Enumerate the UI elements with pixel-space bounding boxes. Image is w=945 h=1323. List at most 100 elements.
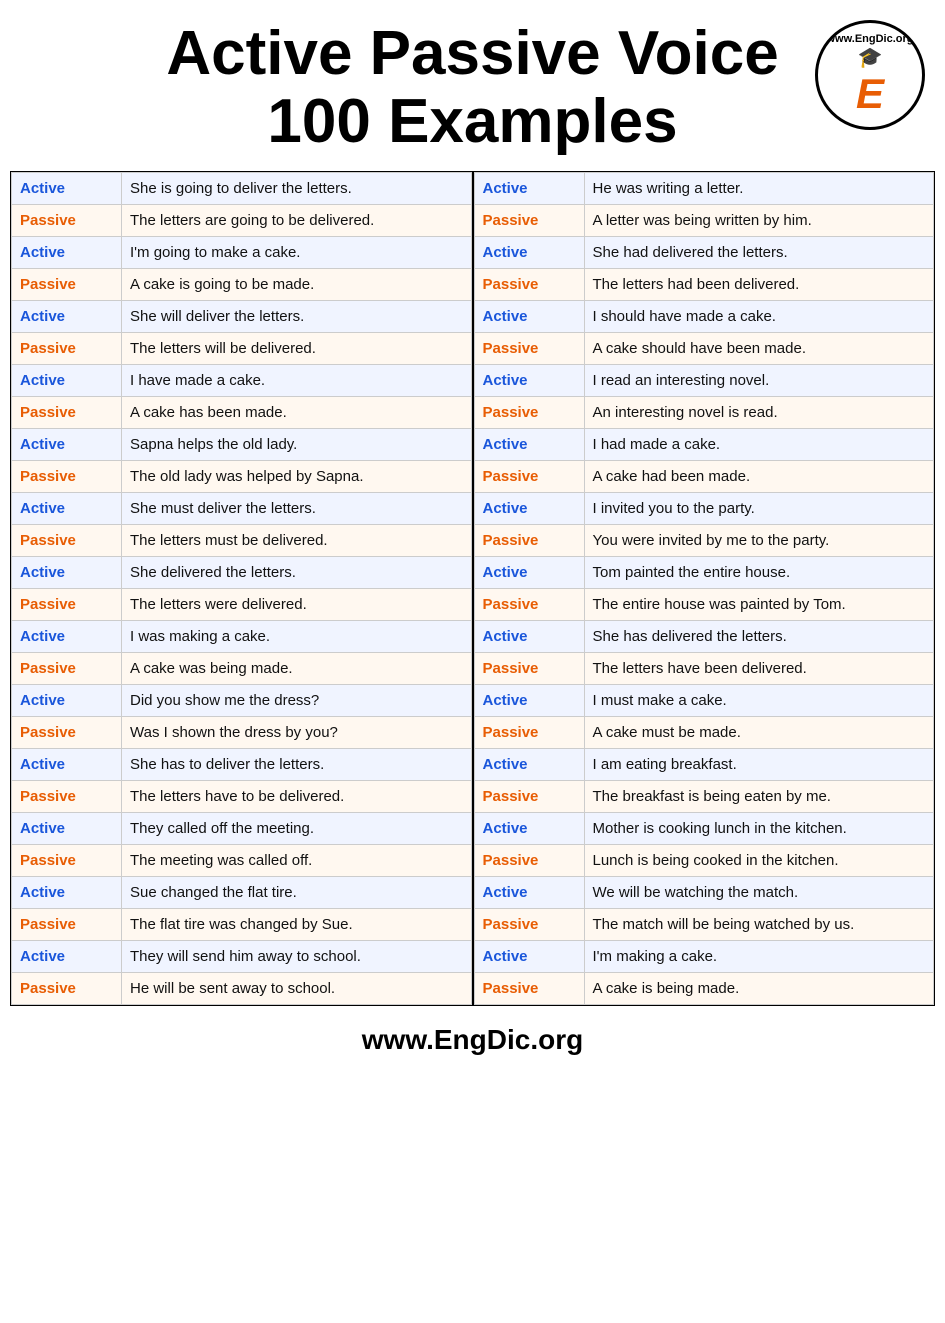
row-label: Passive xyxy=(474,653,584,685)
engdic-logo: www.EngDic.org 🎓 E xyxy=(815,20,925,130)
row-label: Active xyxy=(12,877,122,909)
row-label: Active xyxy=(474,877,584,909)
row-sentence: They will send him away to school. xyxy=(122,941,472,973)
row-label: Passive xyxy=(12,333,122,365)
row-label: Passive xyxy=(474,973,584,1005)
row-sentence: A letter was being written by him. xyxy=(584,205,934,237)
row-label: Passive xyxy=(12,269,122,301)
row-sentence: I am eating breakfast. xyxy=(584,749,934,781)
row-sentence: A cake had been made. xyxy=(584,461,934,493)
row-sentence: Did you show me the dress? xyxy=(122,685,472,717)
row-label: Passive xyxy=(474,205,584,237)
row-sentence: The letters will be delivered. xyxy=(122,333,472,365)
row-label: Active xyxy=(12,301,122,333)
row-sentence: A cake is being made. xyxy=(584,973,934,1005)
row-sentence: The breakfast is being eaten by me. xyxy=(584,781,934,813)
row-sentence: The letters were delivered. xyxy=(122,589,472,621)
left-column: Active She is going to deliver the lette… xyxy=(11,172,474,1005)
row-sentence: The match will be being watched by us. xyxy=(584,909,934,941)
page-footer: www.EngDic.org xyxy=(10,1006,935,1064)
row-sentence: I'm making a cake. xyxy=(584,941,934,973)
row-label: Passive xyxy=(474,461,584,493)
row-label: Active xyxy=(474,685,584,717)
row-label: Passive xyxy=(12,717,122,749)
row-label: Active xyxy=(474,557,584,589)
row-label: Passive xyxy=(12,781,122,813)
row-label: Active xyxy=(474,173,584,205)
row-sentence: I had made a cake. xyxy=(584,429,934,461)
row-sentence: He will be sent away to school. xyxy=(122,973,472,1005)
row-sentence: A cake has been made. xyxy=(122,397,472,429)
row-label: Active xyxy=(474,365,584,397)
row-sentence: The meeting was called off. xyxy=(122,845,472,877)
row-sentence: I'm going to make a cake. xyxy=(122,237,472,269)
row-sentence: I should have made a cake. xyxy=(584,301,934,333)
row-label: Passive xyxy=(12,653,122,685)
row-label: Passive xyxy=(12,205,122,237)
row-sentence: I was making a cake. xyxy=(122,621,472,653)
row-sentence: Sapna helps the old lady. xyxy=(122,429,472,461)
row-sentence: She will deliver the letters. xyxy=(122,301,472,333)
row-label: Passive xyxy=(474,397,584,429)
row-sentence: The flat tire was changed by Sue. xyxy=(122,909,472,941)
row-label: Passive xyxy=(12,973,122,1005)
row-sentence: The old lady was helped by Sapna. xyxy=(122,461,472,493)
row-label: Active xyxy=(12,493,122,525)
row-sentence: She is going to deliver the letters. xyxy=(122,173,472,205)
row-label: Passive xyxy=(12,525,122,557)
row-label: Active xyxy=(12,813,122,845)
row-sentence: Mother is cooking lunch in the kitchen. xyxy=(584,813,934,845)
row-sentence: You were invited by me to the party. xyxy=(584,525,934,557)
row-sentence: I must make a cake. xyxy=(584,685,934,717)
row-label: Active xyxy=(474,237,584,269)
row-sentence: I read an interesting novel. xyxy=(584,365,934,397)
row-label: Active xyxy=(12,941,122,973)
row-sentence: The letters have been delivered. xyxy=(584,653,934,685)
row-label: Passive xyxy=(474,781,584,813)
row-sentence: Was I shown the dress by you? xyxy=(122,717,472,749)
row-label: Active xyxy=(12,621,122,653)
row-sentence: An interesting novel is read. xyxy=(584,397,934,429)
row-label: Active xyxy=(474,941,584,973)
row-label: Active xyxy=(474,493,584,525)
row-label: Active xyxy=(474,749,584,781)
row-label: Active xyxy=(12,749,122,781)
page-header: Active Passive Voice 100 Examples www.En… xyxy=(10,10,935,171)
row-sentence: A cake is going to be made. xyxy=(122,269,472,301)
row-label: Passive xyxy=(474,269,584,301)
row-sentence: Lunch is being cooked in the kitchen. xyxy=(584,845,934,877)
row-label: Passive xyxy=(12,461,122,493)
right-table: Active He was writing a letter. Passive … xyxy=(474,172,935,1005)
row-sentence: Tom painted the entire house. xyxy=(584,557,934,589)
row-label: Active xyxy=(12,237,122,269)
row-label: Active xyxy=(12,365,122,397)
row-sentence: A cake should have been made. xyxy=(584,333,934,365)
row-label: Active xyxy=(12,557,122,589)
row-sentence: She had delivered the letters. xyxy=(584,237,934,269)
row-sentence: The letters must be delivered. xyxy=(122,525,472,557)
row-sentence: The entire house was painted by Tom. xyxy=(584,589,934,621)
row-sentence: The letters are going to be delivered. xyxy=(122,205,472,237)
row-label: Passive xyxy=(12,845,122,877)
row-sentence: She must deliver the letters. xyxy=(122,493,472,525)
row-label: Active xyxy=(474,429,584,461)
row-sentence: The letters have to be delivered. xyxy=(122,781,472,813)
row-sentence: I invited you to the party. xyxy=(584,493,934,525)
row-label: Active xyxy=(12,429,122,461)
row-sentence: A cake was being made. xyxy=(122,653,472,685)
left-table: Active She is going to deliver the lette… xyxy=(11,172,472,1005)
row-label: Passive xyxy=(12,589,122,621)
row-label: Active xyxy=(474,813,584,845)
row-label: Passive xyxy=(474,589,584,621)
row-sentence: The letters had been delivered. xyxy=(584,269,934,301)
page-title: Active Passive Voice 100 Examples xyxy=(10,20,935,156)
main-table-wrapper: Active She is going to deliver the lette… xyxy=(10,171,935,1006)
row-label: Passive xyxy=(474,333,584,365)
row-sentence: She delivered the letters. xyxy=(122,557,472,589)
row-label: Active xyxy=(474,621,584,653)
row-sentence: She has delivered the letters. xyxy=(584,621,934,653)
row-label: Passive xyxy=(12,397,122,429)
row-label: Passive xyxy=(474,909,584,941)
row-label: Passive xyxy=(474,845,584,877)
row-sentence: He was writing a letter. xyxy=(584,173,934,205)
